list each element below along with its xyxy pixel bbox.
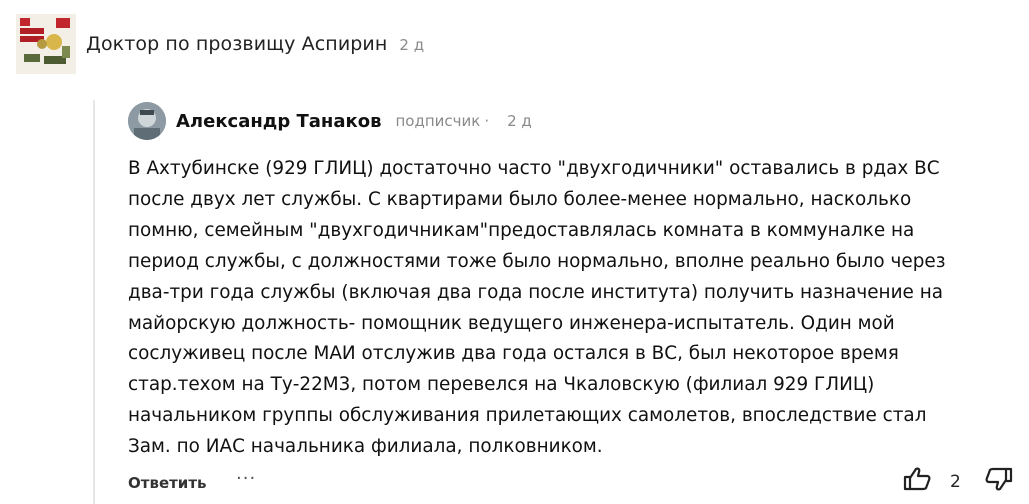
thread-line	[93, 100, 95, 504]
parent-author-name[interactable]: Доктор по прозвищу Аспирин	[86, 33, 387, 55]
reply-author-avatar[interactable]	[128, 102, 166, 140]
more-options-button[interactable]: ···	[236, 468, 256, 489]
parent-comment-time: 2 д	[399, 36, 425, 54]
reply-header: Александр Танаков подписчик · 2 д	[128, 100, 1008, 142]
thumbs-up-icon[interactable]	[902, 464, 932, 494]
like-count: 2	[950, 472, 961, 492]
reply-body-text: В Ахтубинске (929 ГЛИЦ) достаточно часто…	[128, 158, 946, 458]
parent-comment-header: Доктор по прозвищу Аспирин 2 д	[16, 14, 424, 74]
parent-author-avatar[interactable]	[16, 14, 76, 74]
separator-dot: ·	[484, 112, 490, 130]
reply-button[interactable]: Ответить	[128, 474, 207, 492]
reply-time: 2 д	[507, 112, 532, 130]
reply-actions: Ответить ··· 2	[128, 467, 1013, 500]
thumbs-down-icon[interactable]	[984, 464, 1014, 494]
reply-author-name[interactable]: Александр Танаков	[176, 111, 381, 132]
reply-comment: Александр Танаков подписчик · 2 д В Ахту…	[128, 100, 1008, 457]
subscriber-badge: подписчик	[395, 112, 481, 130]
